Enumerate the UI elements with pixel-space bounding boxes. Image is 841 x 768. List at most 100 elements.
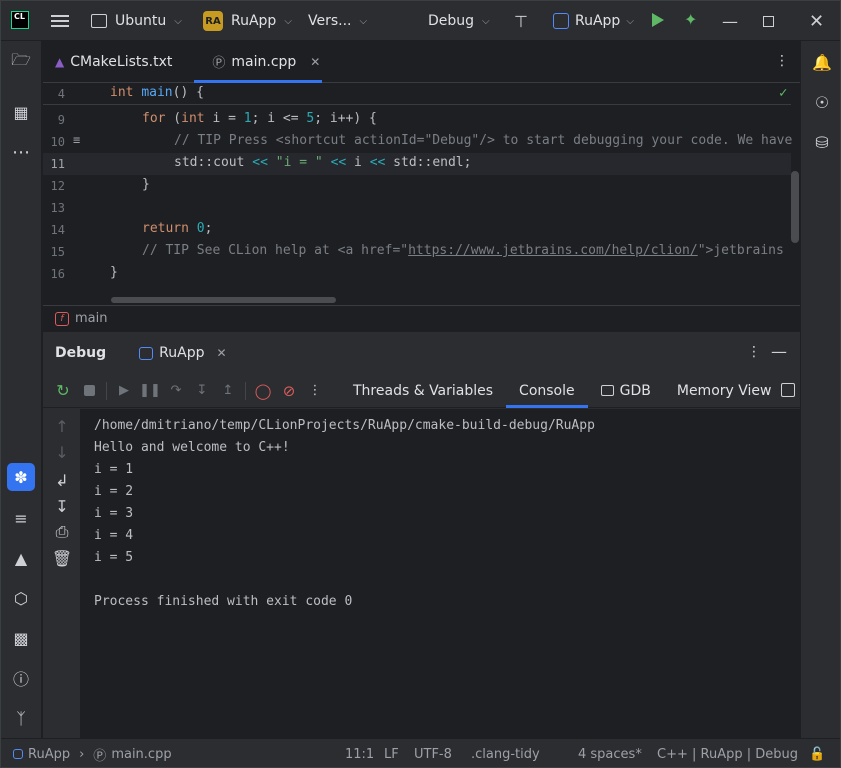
run-icon[interactable] xyxy=(652,13,664,27)
minimize-icon[interactable]: — xyxy=(722,1,738,41)
git-icon[interactable]: ᛉ xyxy=(10,707,32,729)
console-output[interactable]: /home/dmitriano/temp/CLionProjects/RuApp… xyxy=(81,409,800,739)
tab-menu-icon[interactable]: ⋮ xyxy=(775,53,789,69)
gdb-icon xyxy=(600,385,614,396)
cpp-file-icon: Ⓟ xyxy=(93,748,107,764)
cmake-icon[interactable]: ▲ xyxy=(10,547,32,569)
database-icon[interactable]: ⛁ xyxy=(811,131,833,153)
right-tool-strip: 🔔 ☉ ⛁ xyxy=(800,41,840,738)
run-config-icon xyxy=(139,346,154,360)
tab-threads-variables[interactable]: Threads & Variables xyxy=(340,374,506,408)
tab-label: main.cpp xyxy=(231,53,297,70)
resume-icon[interactable]: ▶ xyxy=(111,378,137,404)
problems-icon[interactable]: ⓘ xyxy=(10,667,32,689)
tab-main-cpp[interactable]: Ⓟ main.cpp ✕ xyxy=(184,41,332,83)
console-line: Process finished with exit code 0 xyxy=(94,594,353,609)
line-number: 14 xyxy=(50,223,65,237)
terminal-tool-icon[interactable]: ▩ xyxy=(10,627,32,649)
scroll-to-end-icon[interactable]: ↧ xyxy=(51,495,73,517)
build-config-selector[interactable]: Debug ⌵ xyxy=(428,1,490,41)
indent-status[interactable]: 4 spaces* xyxy=(578,739,642,767)
services-icon[interactable]: ⬡ xyxy=(10,587,32,609)
tab-console[interactable]: Console xyxy=(506,374,588,408)
more-icon[interactable]: ⋮ xyxy=(302,378,328,404)
pause-icon[interactable]: ❚❚ xyxy=(137,378,163,404)
close-tab-icon[interactable]: ✕ xyxy=(216,346,226,360)
line-number: 10 xyxy=(50,135,65,149)
chevron-down-icon: ⌵ xyxy=(626,15,634,27)
rerun-icon[interactable]: ↻ xyxy=(50,378,76,404)
tab-memory-view[interactable]: Memory View xyxy=(664,374,785,408)
breadcrumb-item[interactable]: main xyxy=(75,311,107,326)
up-icon[interactable]: ↑ xyxy=(51,415,73,437)
view-breakpoints-icon[interactable]: ◯ xyxy=(250,378,276,404)
project-folder-icon[interactable]: 🗁 xyxy=(10,50,32,73)
console-line: i = 3 xyxy=(94,506,134,521)
debug-tool-icon[interactable]: ✽ xyxy=(7,463,35,491)
layout-icon[interactable] xyxy=(781,383,795,397)
help-link[interactable]: https://www.jetbrains.com/help/clion/ xyxy=(408,243,698,258)
project-badge: RA xyxy=(203,11,223,31)
console-line: Hello and welcome to C++! xyxy=(94,440,290,455)
chevron-down-icon: ⌵ xyxy=(174,15,182,27)
horizontal-scrollbar[interactable] xyxy=(111,297,336,303)
line-number: 12 xyxy=(50,179,65,193)
lock-icon[interactable]: 🔓 xyxy=(809,739,825,767)
step-out-icon[interactable]: ↥ xyxy=(215,378,241,404)
down-icon[interactable]: ↓ xyxy=(51,441,73,463)
mute-breakpoints-icon[interactable]: ⊘ xyxy=(276,378,302,404)
tab-cmakelists[interactable]: ▲ CMakeLists.txt xyxy=(43,41,184,83)
console-line: i = 1 xyxy=(94,462,134,477)
linter-status[interactable]: .clang-tidy xyxy=(471,739,540,767)
doc-comment-icon[interactable]: ≡ xyxy=(73,133,80,147)
tab-gdb[interactable]: GDB xyxy=(588,374,664,408)
tab-session[interactable]: RuApp ✕ xyxy=(133,332,232,374)
build-icon[interactable]: ⊤ xyxy=(514,12,528,31)
structure-icon[interactable]: ▦ xyxy=(10,101,32,123)
step-into-icon[interactable]: ↧ xyxy=(189,378,215,404)
clear-icon[interactable]: 🗑 xyxy=(51,547,73,569)
resolve-context[interactable]: C++ | RuApp | Debug xyxy=(657,739,798,767)
console-line: i = 2 xyxy=(94,484,134,499)
run-config-selector[interactable]: RuApp ⌵ xyxy=(553,1,634,41)
status-file[interactable]: main.cpp xyxy=(111,747,171,762)
vcs-selector[interactable]: Vers... ⌵ xyxy=(308,1,367,41)
debug-icon[interactable]: ✦ xyxy=(684,10,697,29)
close-tab-icon[interactable]: ✕ xyxy=(310,55,320,69)
options-icon[interactable]: ⋮ xyxy=(747,344,761,360)
chevron-down-icon: ⌵ xyxy=(482,15,490,27)
ai-assistant-icon[interactable]: ☉ xyxy=(811,91,833,113)
project-label: RuApp xyxy=(231,13,277,29)
status-project[interactable]: RuApp xyxy=(28,747,70,762)
more-tools-icon[interactable]: ⋯ xyxy=(10,141,32,163)
stop-icon[interactable] xyxy=(76,378,102,404)
cpp-file-icon: Ⓟ xyxy=(212,56,226,71)
structure-list-icon[interactable]: ≡ xyxy=(10,507,32,529)
console-line: i = 5 xyxy=(94,550,134,565)
project-selector[interactable]: RA RuApp ⌵ xyxy=(203,1,292,41)
editor-tabs: ▲ CMakeLists.txt Ⓟ main.cpp ✕ ⋮ xyxy=(43,41,800,83)
hide-icon[interactable]: — xyxy=(771,342,787,361)
soft-wrap-icon[interactable]: ↲ xyxy=(51,469,73,491)
debug-tool-window: Debug RuApp ✕ ⋮ — ↻ ▶ ❚❚ ↷ ↧ ↥ ◯ ⊘ ⋮ Thr… xyxy=(43,331,800,739)
close-icon[interactable]: ✕ xyxy=(809,1,824,41)
console-line: /home/dmitriano/temp/CLionProjects/RuApp… xyxy=(94,418,595,433)
workspace-selector[interactable]: Ubuntu ⌵ xyxy=(89,1,182,41)
line-number: 13 xyxy=(50,201,65,215)
main-menu-icon[interactable] xyxy=(51,12,69,30)
line-number: 4 xyxy=(57,87,65,101)
caret-position[interactable]: 11:1 xyxy=(345,739,374,767)
code-line: } xyxy=(110,265,118,280)
file-encoding[interactable]: UTF-8 xyxy=(414,739,452,767)
session-label: RuApp xyxy=(159,345,205,361)
line-separator[interactable]: LF xyxy=(384,739,399,767)
code-view[interactable]: ✓ 4 int main() { 9 for (int i = 1; i <= … xyxy=(43,83,800,303)
maximize-icon[interactable] xyxy=(763,1,774,41)
function-icon: f xyxy=(55,311,69,326)
notifications-icon[interactable]: 🔔 xyxy=(811,51,833,73)
print-icon[interactable]: ⎙ xyxy=(51,521,73,543)
step-over-icon[interactable]: ↷ xyxy=(163,378,189,404)
debug-title: Debug xyxy=(55,345,107,361)
vertical-scrollbar[interactable] xyxy=(791,171,799,243)
